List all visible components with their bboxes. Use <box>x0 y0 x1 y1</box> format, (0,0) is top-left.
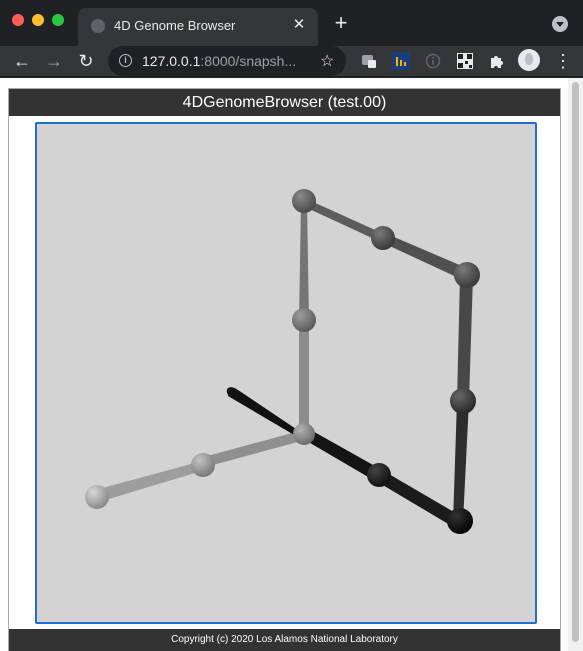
segment-7 <box>457 276 473 401</box>
extension-icon-1[interactable] <box>360 52 378 70</box>
forward-arrow-icon[interactable]: → <box>43 50 65 72</box>
genome-browser-app: 4DGenomeBrowser (test.00) Copyright (c) … <box>8 88 561 651</box>
browser-titlebar: 4D Genome Browser ✕ + <box>0 0 583 46</box>
bar-chart-extension-icon[interactable] <box>392 52 410 70</box>
bead-2[interactable] <box>191 453 215 477</box>
close-window-button[interactable] <box>12 14 24 26</box>
kebab-menu-icon[interactable]: ⋮ <box>554 50 572 72</box>
profile-avatar[interactable] <box>518 49 540 71</box>
puzzle-icon[interactable] <box>488 52 506 70</box>
qr-code-extension-icon[interactable] <box>456 52 474 70</box>
segment-3 <box>299 320 309 435</box>
bead-5[interactable] <box>292 189 316 213</box>
back-arrow-icon[interactable]: ← <box>11 50 33 72</box>
page-scrollbar[interactable] <box>568 78 583 651</box>
bead-1[interactable] <box>85 485 109 509</box>
bead-4[interactable] <box>292 308 316 332</box>
url-text[interactable]: 127.0.0.1:8000/snapsh... <box>142 53 310 69</box>
app-title: 4DGenomeBrowser (test.00) <box>9 89 560 116</box>
info-icon[interactable]: i <box>119 54 132 67</box>
tab-search-icon[interactable] <box>552 16 568 32</box>
maximize-window-button[interactable] <box>52 14 64 26</box>
bead-10[interactable] <box>447 508 473 534</box>
browser-toolbar: ← → ↻ i 127.0.0.1:8000/snapsh... ☆ ⋮ <box>0 46 583 76</box>
page-viewport: 4DGenomeBrowser (test.00) Copyright (c) … <box>0 78 583 651</box>
bead-7[interactable] <box>454 262 480 288</box>
app-footer: Copyright (c) 2020 Los Alamos National L… <box>9 629 560 651</box>
plus-icon[interactable]: + <box>330 12 352 34</box>
segment-4 <box>299 203 309 320</box>
reload-icon[interactable]: ↻ <box>75 50 97 72</box>
url-path: :8000/snapsh... <box>200 53 297 69</box>
segment-8 <box>453 401 469 522</box>
bead-6[interactable] <box>371 226 395 250</box>
3d-viewer-canvas[interactable] <box>35 122 537 624</box>
genome-structure-svg[interactable] <box>37 124 535 622</box>
url-host: 127.0.0.1 <box>142 53 201 69</box>
bead-8[interactable] <box>450 388 476 414</box>
segment-1 <box>95 461 205 502</box>
browser-tab[interactable]: 4D Genome Browser ✕ <box>78 8 318 46</box>
bookmark-star-icon[interactable]: ☆ <box>320 51 334 71</box>
minimize-window-button[interactable] <box>32 14 44 26</box>
info-extension-icon[interactable] <box>424 52 442 70</box>
segment-2 <box>200 430 305 468</box>
bead-3[interactable] <box>293 423 315 445</box>
scrollbar-thumb[interactable] <box>572 82 579 642</box>
bead-9[interactable] <box>367 463 391 487</box>
tab-title: 4D Genome Browser <box>114 18 236 33</box>
address-bar[interactable]: i 127.0.0.1:8000/snapsh... ☆ <box>108 46 346 76</box>
close-icon[interactable]: ✕ <box>290 16 308 34</box>
globe-icon <box>91 19 105 33</box>
